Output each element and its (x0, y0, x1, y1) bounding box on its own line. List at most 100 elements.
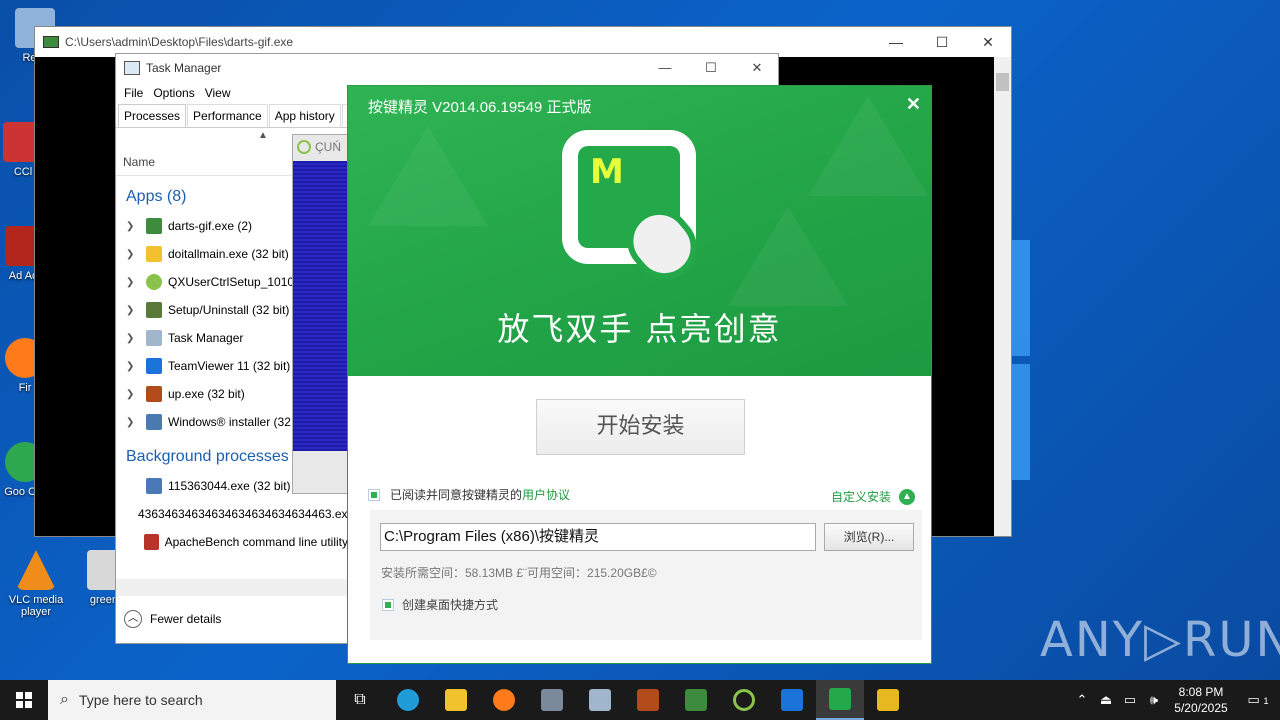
custom-install-toggle[interactable]: 自定义安装 ▲ (831, 488, 915, 505)
installer-title: 按键精灵 V2014.06.19549 正式版 (368, 99, 592, 116)
app-logo-icon: M (562, 130, 710, 293)
qx-titlebar[interactable]: ÇUŃ (293, 135, 351, 159)
clock[interactable]: 8:08 PM 5/20/2025 (1166, 684, 1236, 716)
process-icon (146, 330, 162, 346)
agree-text: 已阅读并同意按键精灵的 (390, 488, 523, 502)
chevron-up-icon[interactable]: ⌃ (1070, 692, 1094, 708)
taskbar-explorer[interactable] (432, 680, 480, 720)
task-manager-icon (589, 689, 611, 711)
network-icon[interactable]: ▭ (1118, 692, 1142, 708)
task-view-icon: ⧉ (354, 691, 366, 708)
menu-options[interactable]: Options (151, 86, 202, 100)
logo-letter: M (590, 152, 624, 192)
taskbar-teamviewer[interactable] (768, 680, 816, 720)
start-button[interactable] (0, 680, 48, 720)
user-agreement-link[interactable]: 用户协议 (522, 486, 570, 503)
qx-content (293, 161, 351, 451)
process-name: 115363044.exe (32 bit) (168, 479, 291, 493)
chevron-right-icon[interactable]: ❯ (126, 333, 140, 344)
taskbar-installer[interactable] (816, 680, 864, 720)
taskbar: ⌕ Type here to search ⧉ ⌃ ⏏ ▭ 🕪 8:08 PM … (0, 680, 1280, 720)
process-icon (146, 358, 162, 374)
darts-close-button[interactable]: ✕ (965, 27, 1011, 57)
up-exe-icon (637, 689, 659, 711)
desktop-shortcut-checkbox[interactable] (382, 598, 394, 611)
tm-close-button[interactable]: ✕ (734, 54, 780, 82)
taskbar-setup[interactable] (528, 680, 576, 720)
tm-maximize-button[interactable]: ☐ (688, 54, 734, 82)
process-name: up.exe (32 bit) (168, 387, 245, 401)
custom-install-panel: C:\Program Files (x86)\按键精灵 浏览(R)... 安装所… (370, 510, 922, 640)
process-name: 43634634634634634634634634463.exe (3 (138, 507, 348, 521)
taskbar-search[interactable]: ⌕ Type here to search (48, 680, 336, 720)
chevron-up-icon: ︿ (124, 610, 142, 628)
windows-icon (16, 692, 32, 708)
process-icon (146, 386, 162, 402)
desktop-icon-label: CCl (13, 166, 33, 178)
chevron-right-icon[interactable]: ❯ (126, 417, 140, 428)
darts-minimize-button[interactable]: — (873, 27, 919, 57)
usb-icon[interactable]: ⏏ (1094, 692, 1118, 708)
agree-checkbox[interactable] (368, 488, 380, 501)
start-install-button[interactable]: 开始安装 (536, 399, 745, 455)
chevron-right-icon[interactable]: ❯ (126, 305, 140, 316)
chevron-right-icon[interactable]: ❯ (126, 361, 140, 372)
installer-icon (829, 688, 851, 710)
process-icon (146, 302, 162, 318)
tm-minimize-button[interactable]: — (642, 54, 688, 82)
chevron-right-icon[interactable]: ❯ (126, 249, 140, 260)
chevron-right-icon[interactable]: ❯ (126, 221, 140, 232)
desktop-icon-label: Fir (18, 382, 32, 394)
process-row[interactable]: ApacheBench command line utility (116, 528, 348, 556)
installer-window[interactable]: 按键精灵 V2014.06.19549 正式版 ✕ M 放飞双手 点亮创意 开始… (347, 85, 932, 664)
tab-app-history[interactable]: App history (268, 104, 341, 127)
shortcut-label: 创建桌面快捷方式 (402, 598, 499, 612)
folder-icon (445, 689, 467, 711)
fewer-details-button[interactable]: ︿ Fewer details (124, 610, 221, 628)
darts-vertical-scrollbar[interactable] (994, 57, 1011, 536)
teamviewer-icon (781, 689, 803, 711)
taskbar-edge[interactable] (384, 680, 432, 720)
menu-file[interactable]: File (122, 86, 151, 100)
taskbar-qx[interactable] (720, 680, 768, 720)
tab-performance[interactable]: Performance (187, 104, 268, 127)
install-path-input[interactable]: C:\Program Files (x86)\按键精灵 (380, 523, 816, 551)
chevron-right-icon[interactable]: ❯ (126, 277, 140, 288)
tab-processes[interactable]: Processes (118, 104, 187, 127)
qx-window[interactable]: ÇUŃ (292, 134, 352, 494)
darts-maximize-button[interactable]: ☐ (919, 27, 965, 57)
scrollbar-thumb[interactable] (996, 73, 1009, 91)
installer-close-button[interactable]: ✕ (906, 94, 921, 115)
tm-horizontal-scrollbar[interactable] (116, 579, 348, 596)
edge-icon (397, 689, 419, 711)
fewer-details-label: Fewer details (150, 612, 222, 626)
desktop-icon-vlc[interactable]: VLC media player (1, 550, 71, 618)
taskbar-firefox[interactable] (480, 680, 528, 720)
process-name: ApacheBench command line utility (164, 535, 348, 549)
chevron-right-icon[interactable]: ❯ (126, 389, 140, 400)
menu-view[interactable]: View (203, 86, 239, 100)
browse-button[interactable]: 浏览(R)... (824, 523, 914, 551)
task-manager-title: Task Manager (146, 61, 222, 75)
taskbar-photos[interactable] (672, 680, 720, 720)
sort-up-icon[interactable]: ▲ (258, 130, 268, 141)
disk-space-text: 安装所需空间：58.13MB £¨可用空间：215.20GB£© (381, 566, 657, 580)
task-view-button[interactable]: ⧉ (336, 680, 384, 720)
custom-install-label: 自定义安装 (830, 490, 891, 504)
process-name: Task Manager (168, 331, 244, 345)
notification-button[interactable]: ▭ 1 (1236, 692, 1280, 708)
setup-icon (541, 689, 563, 711)
process-icon (146, 246, 162, 262)
process-name: QXUserCtrlSetup_1010.e (168, 275, 305, 289)
process-icon (146, 414, 162, 430)
taskbar-folder[interactable] (864, 680, 912, 720)
process-name: TeamViewer 11 (32 bit) ( (168, 359, 298, 373)
taskbar-task-manager[interactable] (576, 680, 624, 720)
desktop-icon-label: VLC media player (8, 594, 64, 618)
anyrun-watermark: ANY▷RUN (1040, 612, 1280, 668)
volume-icon[interactable]: 🕪 (1142, 692, 1166, 708)
process-row[interactable]: 43634634634634634634634634463.exe (3 (116, 500, 348, 528)
column-name[interactable]: Name (123, 155, 155, 169)
taskbar-up-exe[interactable] (624, 680, 672, 720)
process-name: doitallmain.exe (32 bit) (168, 247, 289, 261)
